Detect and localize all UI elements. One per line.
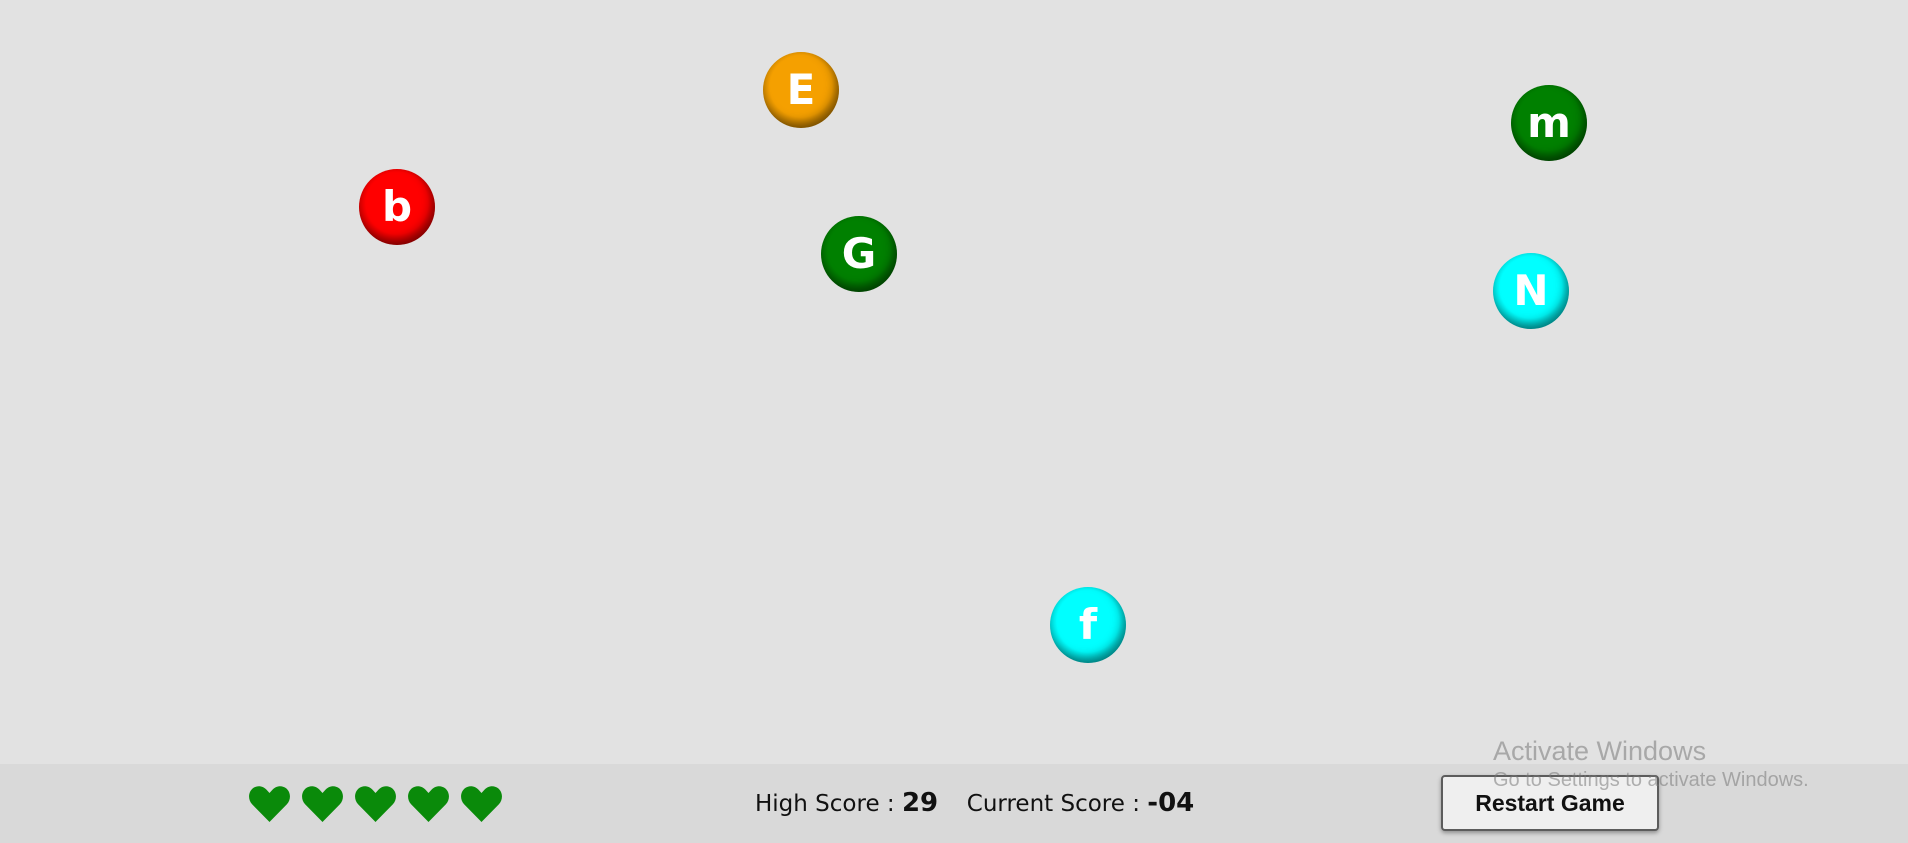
letter-ball-g[interactable]: G <box>821 216 897 292</box>
letter-ball-m[interactable]: m <box>1511 85 1587 161</box>
heart-icon <box>408 786 449 822</box>
heart-icon <box>461 786 502 822</box>
game-area[interactable]: E b G m N f <box>0 0 1908 764</box>
letter-ball-f[interactable]: f <box>1050 587 1126 663</box>
bottom-bar: High Score : 29 Current Score : -04 Rest… <box>0 764 1908 843</box>
current-score-value: -04 <box>1147 788 1195 818</box>
letter-ball-e[interactable]: E <box>763 52 839 128</box>
current-score-label: Current Score : <box>966 791 1140 817</box>
score-display: High Score : 29 Current Score : -04 <box>755 788 1194 818</box>
letter-ball-b[interactable]: b <box>359 169 435 245</box>
heart-icon <box>302 786 343 822</box>
heart-icon <box>249 786 290 822</box>
high-score-value: 29 <box>901 788 939 818</box>
letter-ball-n[interactable]: N <box>1493 253 1569 329</box>
restart-game-button[interactable]: Restart Game <box>1441 775 1659 831</box>
high-score-label: High Score : <box>755 791 895 817</box>
heart-icon <box>355 786 396 822</box>
lives-indicator <box>249 786 502 822</box>
